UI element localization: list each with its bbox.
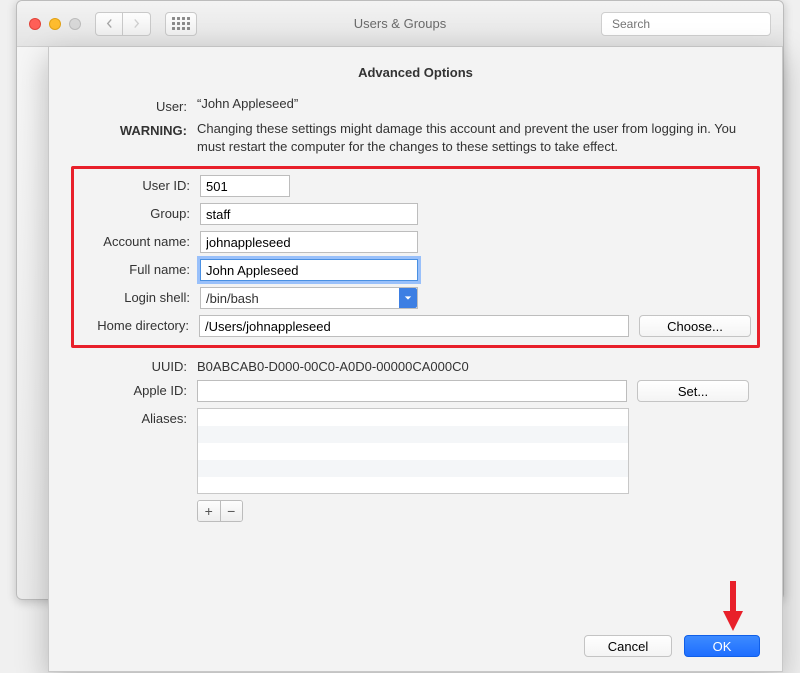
user-label: User: xyxy=(71,96,197,114)
back-button[interactable] xyxy=(95,12,123,36)
uuid-value: B0ABCAB0-D000-00C0-A0D0-00000CA000C0 xyxy=(197,356,760,374)
remove-alias-button[interactable]: − xyxy=(221,501,243,521)
user-value: “John Appleseed” xyxy=(197,96,760,111)
group-field[interactable] xyxy=(200,203,418,225)
annotation-highlight-box: User ID: Group: Account name: Full name:… xyxy=(71,166,760,348)
dialog-footer: Cancel OK xyxy=(584,635,760,657)
choose-button[interactable]: Choose... xyxy=(639,315,751,337)
group-label: Group: xyxy=(74,203,200,221)
account-name-field[interactable] xyxy=(200,231,418,253)
full-name-field[interactable] xyxy=(200,259,418,281)
apple-id-field[interactable] xyxy=(197,380,627,402)
zoom-window-button[interactable] xyxy=(69,18,81,30)
account-name-label: Account name: xyxy=(74,231,200,249)
chevron-down-icon xyxy=(399,288,417,308)
login-shell-label: Login shell: xyxy=(74,287,200,305)
full-name-label: Full name: xyxy=(74,259,200,277)
sheet-title: Advanced Options xyxy=(71,65,760,80)
add-alias-button[interactable]: + xyxy=(198,501,221,521)
warning-text: Changing these settings might damage thi… xyxy=(197,120,757,156)
annotation-arrow-icon xyxy=(722,581,744,633)
show-all-button[interactable] xyxy=(165,12,197,36)
user-id-label: User ID: xyxy=(74,175,200,193)
system-preferences-window: Users & Groups Advanced Options User: “J… xyxy=(16,0,784,600)
search-field-wrap[interactable] xyxy=(601,12,771,36)
ok-button[interactable]: OK xyxy=(684,635,760,657)
window-controls xyxy=(29,18,81,30)
forward-button[interactable] xyxy=(123,12,151,36)
apple-id-label: Apple ID: xyxy=(71,380,197,398)
aliases-list[interactable] xyxy=(197,408,629,494)
warning-label: WARNING: xyxy=(71,120,197,138)
nav-back-forward xyxy=(95,12,151,36)
home-directory-field[interactable] xyxy=(199,315,629,337)
set-button[interactable]: Set... xyxy=(637,380,749,402)
home-directory-label: Home directory: xyxy=(74,315,199,333)
aliases-add-remove: + − xyxy=(197,500,243,522)
uuid-label: UUID: xyxy=(71,356,197,374)
close-window-button[interactable] xyxy=(29,18,41,30)
titlebar: Users & Groups xyxy=(17,1,783,47)
user-id-field[interactable] xyxy=(200,175,290,197)
grid-icon xyxy=(172,17,190,30)
login-shell-value: /bin/bash xyxy=(206,291,259,306)
cancel-button[interactable]: Cancel xyxy=(584,635,672,657)
aliases-label: Aliases: xyxy=(71,408,197,426)
minimize-window-button[interactable] xyxy=(49,18,61,30)
advanced-options-sheet: Advanced Options User: “John Appleseed” … xyxy=(48,47,783,672)
login-shell-combo[interactable]: /bin/bash xyxy=(200,287,418,309)
search-input[interactable] xyxy=(612,17,767,31)
